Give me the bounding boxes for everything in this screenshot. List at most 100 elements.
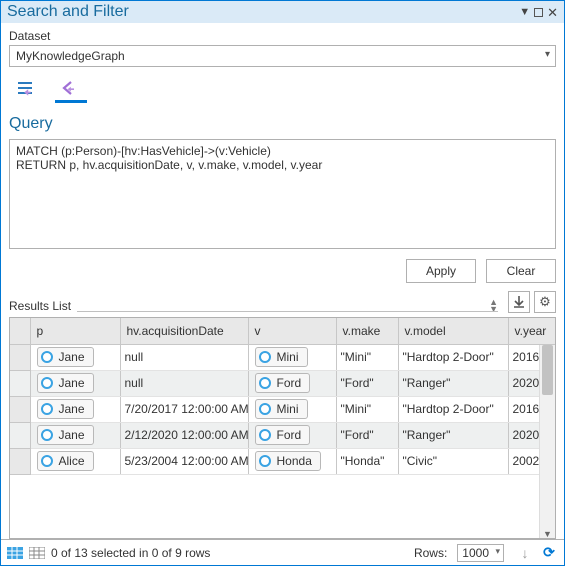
download-icon: ↓ — [522, 545, 529, 561]
cell-acq: 5/23/2004 12:00:00 AM — [120, 448, 248, 474]
cell-model: "Hardtop 2-Door" — [398, 344, 508, 370]
cell-make: "Ford" — [336, 370, 398, 396]
rows-label: Rows: — [414, 546, 447, 560]
vertical-scrollbar[interactable]: ▲ ▼ — [539, 345, 555, 538]
node-chip[interactable]: Mini — [255, 399, 308, 419]
pane-title: Search and Filter — [7, 3, 129, 21]
dataset-value: MyKnowledgeGraph — [16, 49, 125, 63]
dataset-select[interactable]: MyKnowledgeGraph — [9, 45, 556, 67]
cell-make: "Honda" — [336, 448, 398, 474]
node-label: Alice — [59, 454, 85, 468]
maximize-icon[interactable] — [534, 8, 543, 17]
node-icon — [41, 429, 53, 441]
cell-acq: null — [120, 370, 248, 396]
node-label: Mini — [277, 350, 299, 364]
node-chip[interactable]: Jane — [37, 347, 94, 367]
cell-model: "Hardtop 2-Door" — [398, 396, 508, 422]
scroll-down-icon[interactable]: ▼ — [540, 529, 555, 539]
node-chip[interactable]: Ford — [255, 373, 311, 393]
table-row[interactable]: Jane 2/12/2020 12:00:00 AM Ford "Ford""Rang… — [10, 422, 556, 448]
node-label: Mini — [277, 402, 299, 416]
node-icon — [41, 351, 53, 363]
list-filter-icon — [16, 80, 38, 98]
node-icon — [259, 351, 271, 363]
cell-model: "Civic" — [398, 448, 508, 474]
col-acq[interactable]: hv.acquisitionDate — [120, 318, 248, 344]
node-label: Jane — [59, 402, 85, 416]
status-text: 0 of 13 selected in 0 of 9 rows — [51, 546, 408, 560]
main-panel: Dataset MyKnowledgeGraph Query MATCH (p:… — [1, 23, 564, 539]
window-controls: ▼ ✕ — [519, 6, 558, 19]
rows-select[interactable]: 1000 — [457, 544, 504, 562]
results-label: Results List — [9, 299, 71, 313]
node-icon — [259, 377, 271, 389]
cell-make: "Mini" — [336, 344, 398, 370]
cell-acq: 2/12/2020 12:00:00 AM — [120, 422, 248, 448]
col-year[interactable]: v.year — [508, 318, 556, 344]
table-view-icon[interactable] — [7, 546, 23, 560]
rows-value: 1000 — [462, 546, 489, 560]
results-table[interactable]: p hv.acquisitionDate v v.make v.model v.… — [10, 318, 556, 475]
download-icon — [512, 295, 526, 309]
row-marker-col[interactable] — [10, 318, 30, 344]
cell-model: "Ranger" — [398, 422, 508, 448]
node-icon — [259, 455, 271, 467]
status-bar: 0 of 13 selected in 0 of 9 rows Rows: 10… — [1, 539, 564, 565]
list-filter-button[interactable] — [11, 77, 43, 103]
node-icon — [41, 403, 53, 415]
cell-acq: null — [120, 344, 248, 370]
node-label: Jane — [59, 376, 85, 390]
cell-model: "Ranger" — [398, 370, 508, 396]
node-label: Jane — [59, 350, 85, 364]
col-model[interactable]: v.model — [398, 318, 508, 344]
title-bar: Search and Filter ▼ ✕ — [1, 1, 564, 23]
refresh-button[interactable]: ⟳ — [540, 544, 558, 562]
node-chip[interactable]: Ford — [255, 425, 311, 445]
node-chip[interactable]: Jane — [37, 399, 94, 419]
query-input[interactable]: MATCH (p:Person)-[hv:HasVehicle]->(v:Veh… — [9, 139, 556, 249]
dataset-label: Dataset — [9, 29, 556, 43]
download-results-button[interactable] — [508, 291, 530, 313]
apply-button[interactable]: Apply — [406, 259, 476, 283]
results-table-wrap: p hv.acquisitionDate v v.make v.model v.… — [9, 317, 556, 539]
table-header-row: p hv.acquisitionDate v v.make v.model v.… — [10, 318, 556, 344]
node-label: Ford — [277, 428, 302, 442]
node-icon — [41, 377, 53, 389]
table-row[interactable]: Jane 7/20/2017 12:00:00 AM Mini "Mini""Hard… — [10, 396, 556, 422]
col-make[interactable]: v.make — [336, 318, 398, 344]
node-icon — [259, 429, 271, 441]
query-filter-icon — [60, 80, 82, 98]
node-chip[interactable]: Honda — [255, 451, 321, 471]
results-header: Results List ▲▼ ⚙ — [9, 291, 556, 313]
cell-acq: 7/20/2017 12:00:00 AM — [120, 396, 248, 422]
node-chip[interactable]: Alice — [37, 451, 94, 471]
query-label: Query — [9, 115, 556, 133]
node-label: Ford — [277, 376, 302, 390]
table-row[interactable]: JanenullMini"Mini""Hardtop 2-Door"2016 — [10, 344, 556, 370]
refresh-icon: ⟳ — [543, 544, 555, 561]
clear-button[interactable]: Clear — [486, 259, 556, 283]
col-p[interactable]: p — [30, 318, 120, 344]
table-row[interactable]: JanenullFord"Ford""Ranger"2020 — [10, 370, 556, 396]
query-buttons: Apply Clear — [9, 259, 556, 283]
cell-make: "Mini" — [336, 396, 398, 422]
mode-toolbar — [9, 67, 556, 105]
node-chip[interactable]: Mini — [255, 347, 308, 367]
query-filter-button[interactable] — [55, 77, 87, 103]
node-label: Jane — [59, 428, 85, 442]
gear-icon: ⚙ — [539, 294, 551, 310]
table-row[interactable]: Alice 5/23/2004 12:00:00 AM Honda "Honda""C… — [10, 448, 556, 474]
close-icon[interactable]: ✕ — [547, 6, 558, 19]
col-v[interactable]: v — [248, 318, 336, 344]
scroll-thumb[interactable] — [542, 345, 553, 395]
dropdown-icon[interactable]: ▼ — [519, 7, 530, 18]
node-icon — [41, 455, 53, 467]
selection-view-icon[interactable] — [29, 546, 45, 560]
node-chip[interactable]: Jane — [37, 425, 94, 445]
node-icon — [259, 403, 271, 415]
node-label: Honda — [277, 454, 312, 468]
settings-button[interactable]: ⚙ — [534, 291, 556, 313]
export-button[interactable]: ↓ — [516, 544, 534, 562]
node-chip[interactable]: Jane — [37, 373, 94, 393]
cell-make: "Ford" — [336, 422, 398, 448]
